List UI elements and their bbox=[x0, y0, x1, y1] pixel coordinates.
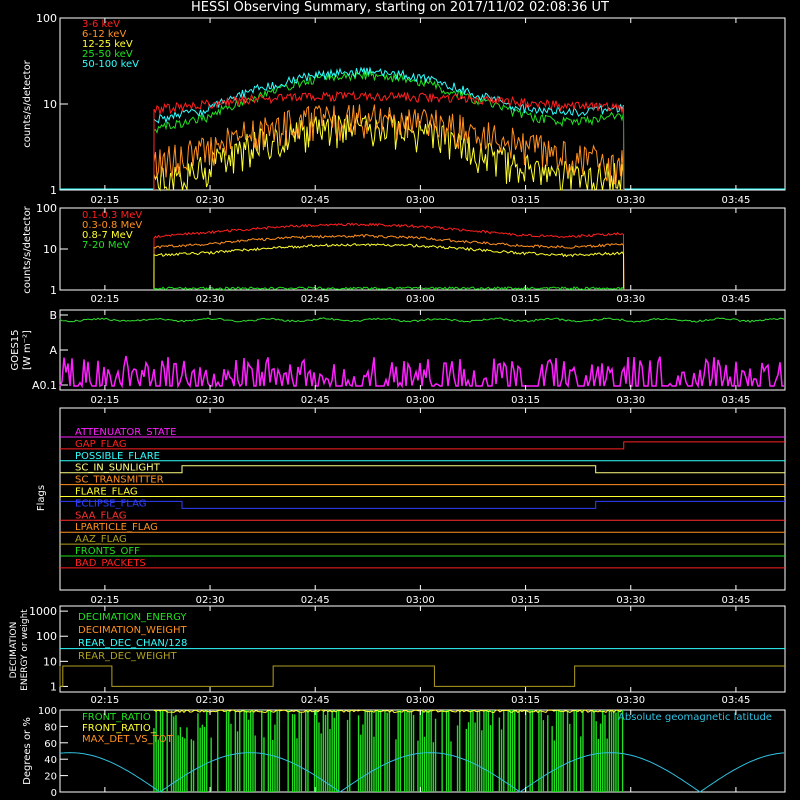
panel-3-time-label: 03:45 bbox=[722, 395, 751, 406]
panel-1-time-label: 02:15 bbox=[90, 195, 119, 206]
panel-5-legend-item: REAR_DEC_CHAN/128 bbox=[78, 638, 187, 649]
panel-3-time-label: 03:30 bbox=[616, 395, 645, 406]
panel-6-ytick-label: 20 bbox=[44, 772, 57, 783]
flag-label-7: SAA_FLAG bbox=[75, 510, 126, 521]
panel-5-ytick-label: 10 bbox=[43, 655, 57, 668]
panel-4-time-label: 02:45 bbox=[301, 595, 330, 606]
panel-2-series-0 bbox=[153, 222, 625, 291]
panel-3-time-label: 02:45 bbox=[301, 395, 330, 406]
panel-6-ylabel: Degrees or % bbox=[22, 717, 33, 785]
panel-3-time-label: 02:30 bbox=[196, 395, 225, 406]
panel-1-series-4 bbox=[153, 66, 625, 191]
flag-line-3 bbox=[60, 465, 785, 474]
flag-label-3: SC_IN_SUNLIGHT bbox=[75, 463, 161, 474]
panel-5-legend-item: REAR_DEC_WEIGHT bbox=[78, 651, 177, 662]
panel-5-time-label: 03:15 bbox=[511, 695, 540, 706]
panel-5-rear-weight bbox=[59, 665, 785, 687]
flag-label-9: AAZ_FLAG bbox=[75, 534, 127, 545]
panel-6-legend-item: FRONT_RATIO bbox=[82, 712, 151, 723]
panel-6-annotation: Absolute geomagnetic latitude bbox=[618, 712, 772, 723]
panel-4-time-label: 03:00 bbox=[406, 595, 435, 606]
panel-3-ylabel-line2: [W m⁻²] bbox=[22, 330, 33, 370]
panel-4-time-label: 03:45 bbox=[722, 595, 751, 606]
panel-5-time-label: 02:15 bbox=[90, 695, 119, 706]
panel-1-ylabel: counts/s/detector bbox=[22, 59, 33, 147]
panel-1-time-label: 03:30 bbox=[616, 195, 645, 206]
panel-5-ylabel-line2: ENERGY or weight bbox=[20, 609, 30, 691]
panel-4-ylabel: Flags bbox=[36, 485, 47, 511]
panel-5-time-label: 02:45 bbox=[301, 695, 330, 706]
panel-2-frame bbox=[59, 207, 786, 291]
panel-5-ytick-label: 1 bbox=[50, 680, 57, 693]
panel-3-time-label: 03:00 bbox=[406, 395, 435, 406]
panel-5-legend-item: DECIMATION_ENERGY bbox=[78, 612, 187, 623]
panel-2-time-label: 03:30 bbox=[616, 294, 645, 305]
panel-6-ytick-label: 80 bbox=[44, 722, 57, 733]
summary-chart: 100101counts/s/detector3-6 keV6-12 keV12… bbox=[9, 12, 786, 799]
panel-1-time-label: 03:00 bbox=[406, 195, 435, 206]
panel-2-ytick-label: 10 bbox=[43, 243, 57, 256]
panel-1-legend-item: 50-100 keV bbox=[82, 59, 139, 70]
panel-4-time-label: 03:30 bbox=[616, 595, 645, 606]
panel-6-ytick-label: 0 bbox=[51, 788, 57, 799]
panel-4-time-label: 03:15 bbox=[511, 595, 540, 606]
panel-4-time-label: 02:30 bbox=[196, 595, 225, 606]
panel-2-time-label: 02:15 bbox=[90, 294, 119, 305]
panel-3-time-label: 03:15 bbox=[511, 395, 540, 406]
flag-line-1 bbox=[60, 441, 785, 450]
flag-label-10: FRONTS_OFF bbox=[75, 546, 140, 557]
panel-2-time-label: 03:45 bbox=[722, 294, 751, 305]
panel-2-time-label: 02:30 bbox=[196, 294, 225, 305]
panel-1-ytick-label: 1 bbox=[50, 184, 57, 197]
panel-5-ytick-label: 100 bbox=[36, 630, 57, 643]
panel-2-time-label: 03:00 bbox=[406, 294, 435, 305]
flag-label-5: FLARE_FLAG bbox=[75, 487, 138, 498]
panel-3-time-label: 02:15 bbox=[90, 395, 119, 406]
panel-3-ytick-label: A bbox=[49, 344, 57, 357]
panel-6-ytick-label: 60 bbox=[44, 739, 57, 750]
panel-3-ylabel-line1: GOES15 bbox=[10, 329, 21, 370]
panel-6-ytick-label: 40 bbox=[44, 755, 57, 766]
panel-1-time-label: 03:45 bbox=[722, 195, 751, 206]
panel-4-time-label: 02:15 bbox=[90, 595, 119, 606]
panel-2-series-2 bbox=[153, 243, 625, 291]
panel-3-ytick-label: B bbox=[49, 309, 57, 322]
panel-5-time-label: 03:30 bbox=[616, 695, 645, 706]
panel-2-ylabel: counts/s/detector bbox=[22, 205, 33, 293]
panel-2-series-1 bbox=[153, 234, 625, 291]
panel-6-legend-item: MAX_DET_VS_TOT bbox=[82, 734, 174, 745]
panel-2-time-label: 03:15 bbox=[511, 294, 540, 305]
panel-1-time-label: 03:15 bbox=[511, 195, 540, 206]
panel-1-series-3 bbox=[153, 69, 625, 191]
panel-3-goes-short bbox=[59, 355, 784, 389]
flag-label-4: SC_TRANSMITTER bbox=[75, 475, 164, 486]
panel-2-ytick-label: 1 bbox=[50, 284, 57, 297]
panel-1-time-label: 02:30 bbox=[196, 195, 225, 206]
panel-5-time-label: 02:30 bbox=[196, 695, 225, 706]
panel-6-ytick-label: 100 bbox=[38, 706, 57, 717]
panel-5-ytick-label: 1000 bbox=[29, 605, 57, 618]
panel-1-ytick-label: 100 bbox=[36, 12, 57, 25]
flag-label-11: BAD_PACKETS bbox=[75, 558, 146, 569]
panel-3-goes-long bbox=[59, 317, 785, 323]
panel-1-ytick-label: 10 bbox=[43, 98, 57, 111]
flag-label-1: GAP_FLAG bbox=[75, 439, 127, 450]
panel-5-time-label: 03:45 bbox=[722, 695, 751, 706]
panel-5-ylabel-line1: DECIMATION bbox=[9, 622, 19, 679]
flag-label-6: ECLIPSE_FLAG bbox=[75, 498, 146, 509]
flag-line-6 bbox=[60, 500, 785, 509]
flag-label-8: LPARTICLE_FLAG bbox=[75, 522, 158, 533]
panel-1-time-label: 02:45 bbox=[301, 195, 330, 206]
flag-label-2: POSSIBLE_FLARE bbox=[75, 451, 160, 462]
panel-5-time-label: 03:00 bbox=[406, 695, 435, 706]
panel-2-legend-item: 7-20 MeV bbox=[82, 240, 130, 251]
panel-5-legend-item: DECIMATION_WEIGHT bbox=[78, 625, 187, 636]
panel-6-legend-item: FRONT_RATIO_ bbox=[82, 723, 157, 734]
flag-label-0: ATTENUATOR_STATE bbox=[75, 427, 176, 438]
panel-2-time-label: 02:45 bbox=[301, 294, 330, 305]
panel-3-ytick-label: A0.1 bbox=[32, 379, 57, 392]
panel-2-ytick-label: 100 bbox=[36, 202, 57, 215]
